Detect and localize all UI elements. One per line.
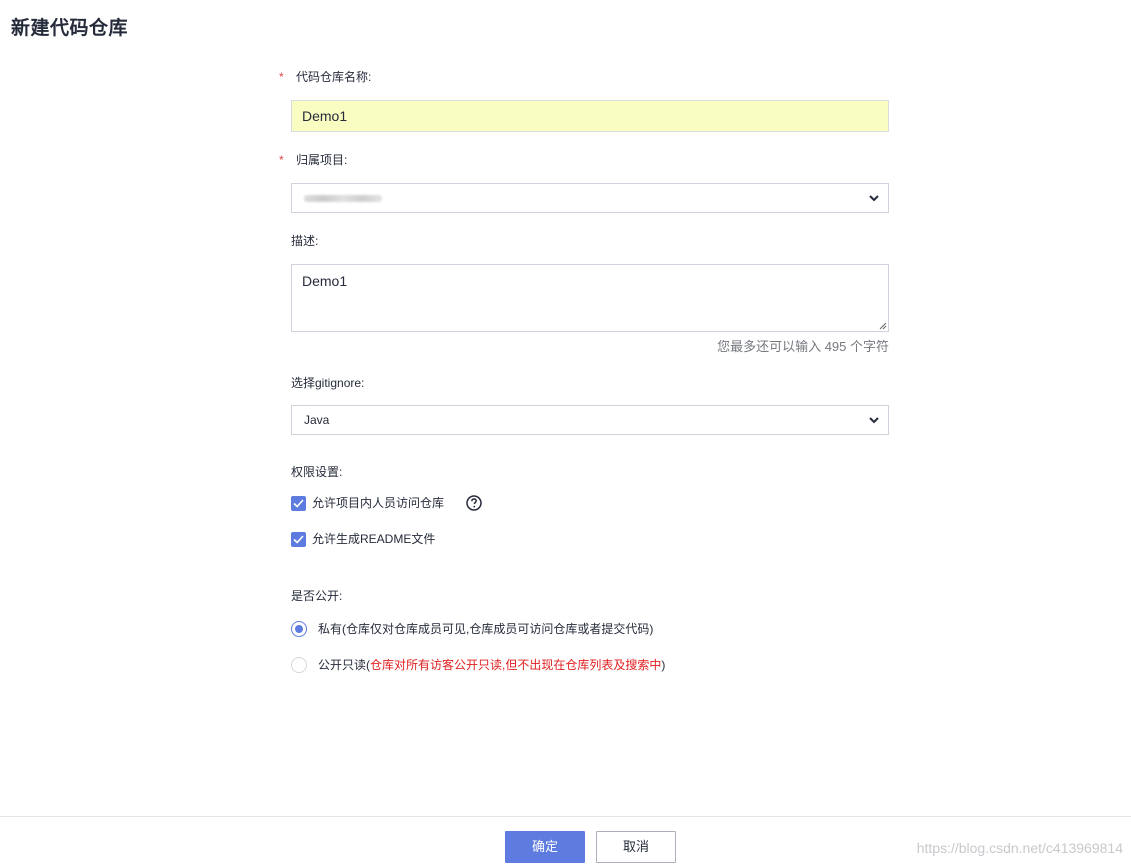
project-selected-value-blurred bbox=[304, 195, 382, 202]
radio-public-readonly[interactable] bbox=[291, 657, 307, 673]
project-select[interactable] bbox=[291, 183, 889, 213]
chevron-down-icon bbox=[869, 417, 879, 424]
footer-divider bbox=[0, 816, 1131, 817]
required-mark: * bbox=[279, 70, 284, 84]
gitignore-label: 选择gitignore: bbox=[291, 376, 365, 390]
repo-name-input[interactable]: Demo1 bbox=[291, 100, 889, 132]
radio-public-title: 公开只读 bbox=[318, 658, 367, 672]
radio-public-readonly-label[interactable]: 公开只读(仓库对所有访客公开只读,但不出现在仓库列表及搜索中) bbox=[318, 657, 665, 673]
radio-private[interactable] bbox=[291, 621, 307, 637]
page-title: 新建代码仓库 bbox=[11, 18, 129, 39]
question-circle-icon[interactable] bbox=[466, 495, 482, 511]
description-text: Demo1 bbox=[302, 273, 348, 289]
confirm-button[interactable]: 确定 bbox=[505, 831, 585, 863]
visibility-label: 是否公开: bbox=[291, 589, 343, 603]
required-mark: * bbox=[279, 153, 284, 167]
cancel-button[interactable]: 取消 bbox=[596, 831, 676, 863]
radio-public-note: 仓库对所有访客公开只读,但不出现在仓库列表及搜索中 bbox=[370, 658, 662, 672]
radio-private-note: (仓库仅对仓库成员可见,仓库成员可访问仓库或者提交代码) bbox=[342, 622, 654, 636]
check-icon bbox=[293, 499, 304, 508]
checkbox-label: 允许生成README文件 bbox=[312, 532, 436, 546]
radio-private-label[interactable]: 私有(仓库仅对仓库成员可见,仓库成员可访问仓库或者提交代码) bbox=[318, 621, 653, 637]
gitignore-select[interactable]: Java bbox=[291, 405, 889, 435]
radio-private-title: 私有 bbox=[318, 622, 343, 636]
resize-handle-icon[interactable] bbox=[879, 322, 887, 330]
description-label: 描述: bbox=[291, 234, 319, 248]
watermark: https://blog.csdn.net/c413969814 bbox=[916, 840, 1123, 856]
gitignore-selected-value: Java bbox=[304, 413, 330, 427]
char-counter: 您最多还可以输入 495 个字符 bbox=[717, 339, 889, 354]
description-textarea[interactable]: Demo1 bbox=[291, 264, 889, 332]
radio-public-note-close: ) bbox=[661, 658, 666, 672]
repo-name-label: 代码仓库名称: bbox=[296, 70, 372, 84]
permissions-label: 权限设置: bbox=[291, 465, 343, 479]
project-label: 归属项目: bbox=[296, 153, 348, 167]
checkbox-label: 允许项目内人员访问仓库 bbox=[312, 496, 445, 510]
checkbox-checked[interactable] bbox=[291, 532, 306, 547]
chevron-down-icon bbox=[869, 195, 879, 202]
checkbox-checked[interactable] bbox=[291, 496, 306, 511]
check-icon bbox=[293, 535, 304, 544]
